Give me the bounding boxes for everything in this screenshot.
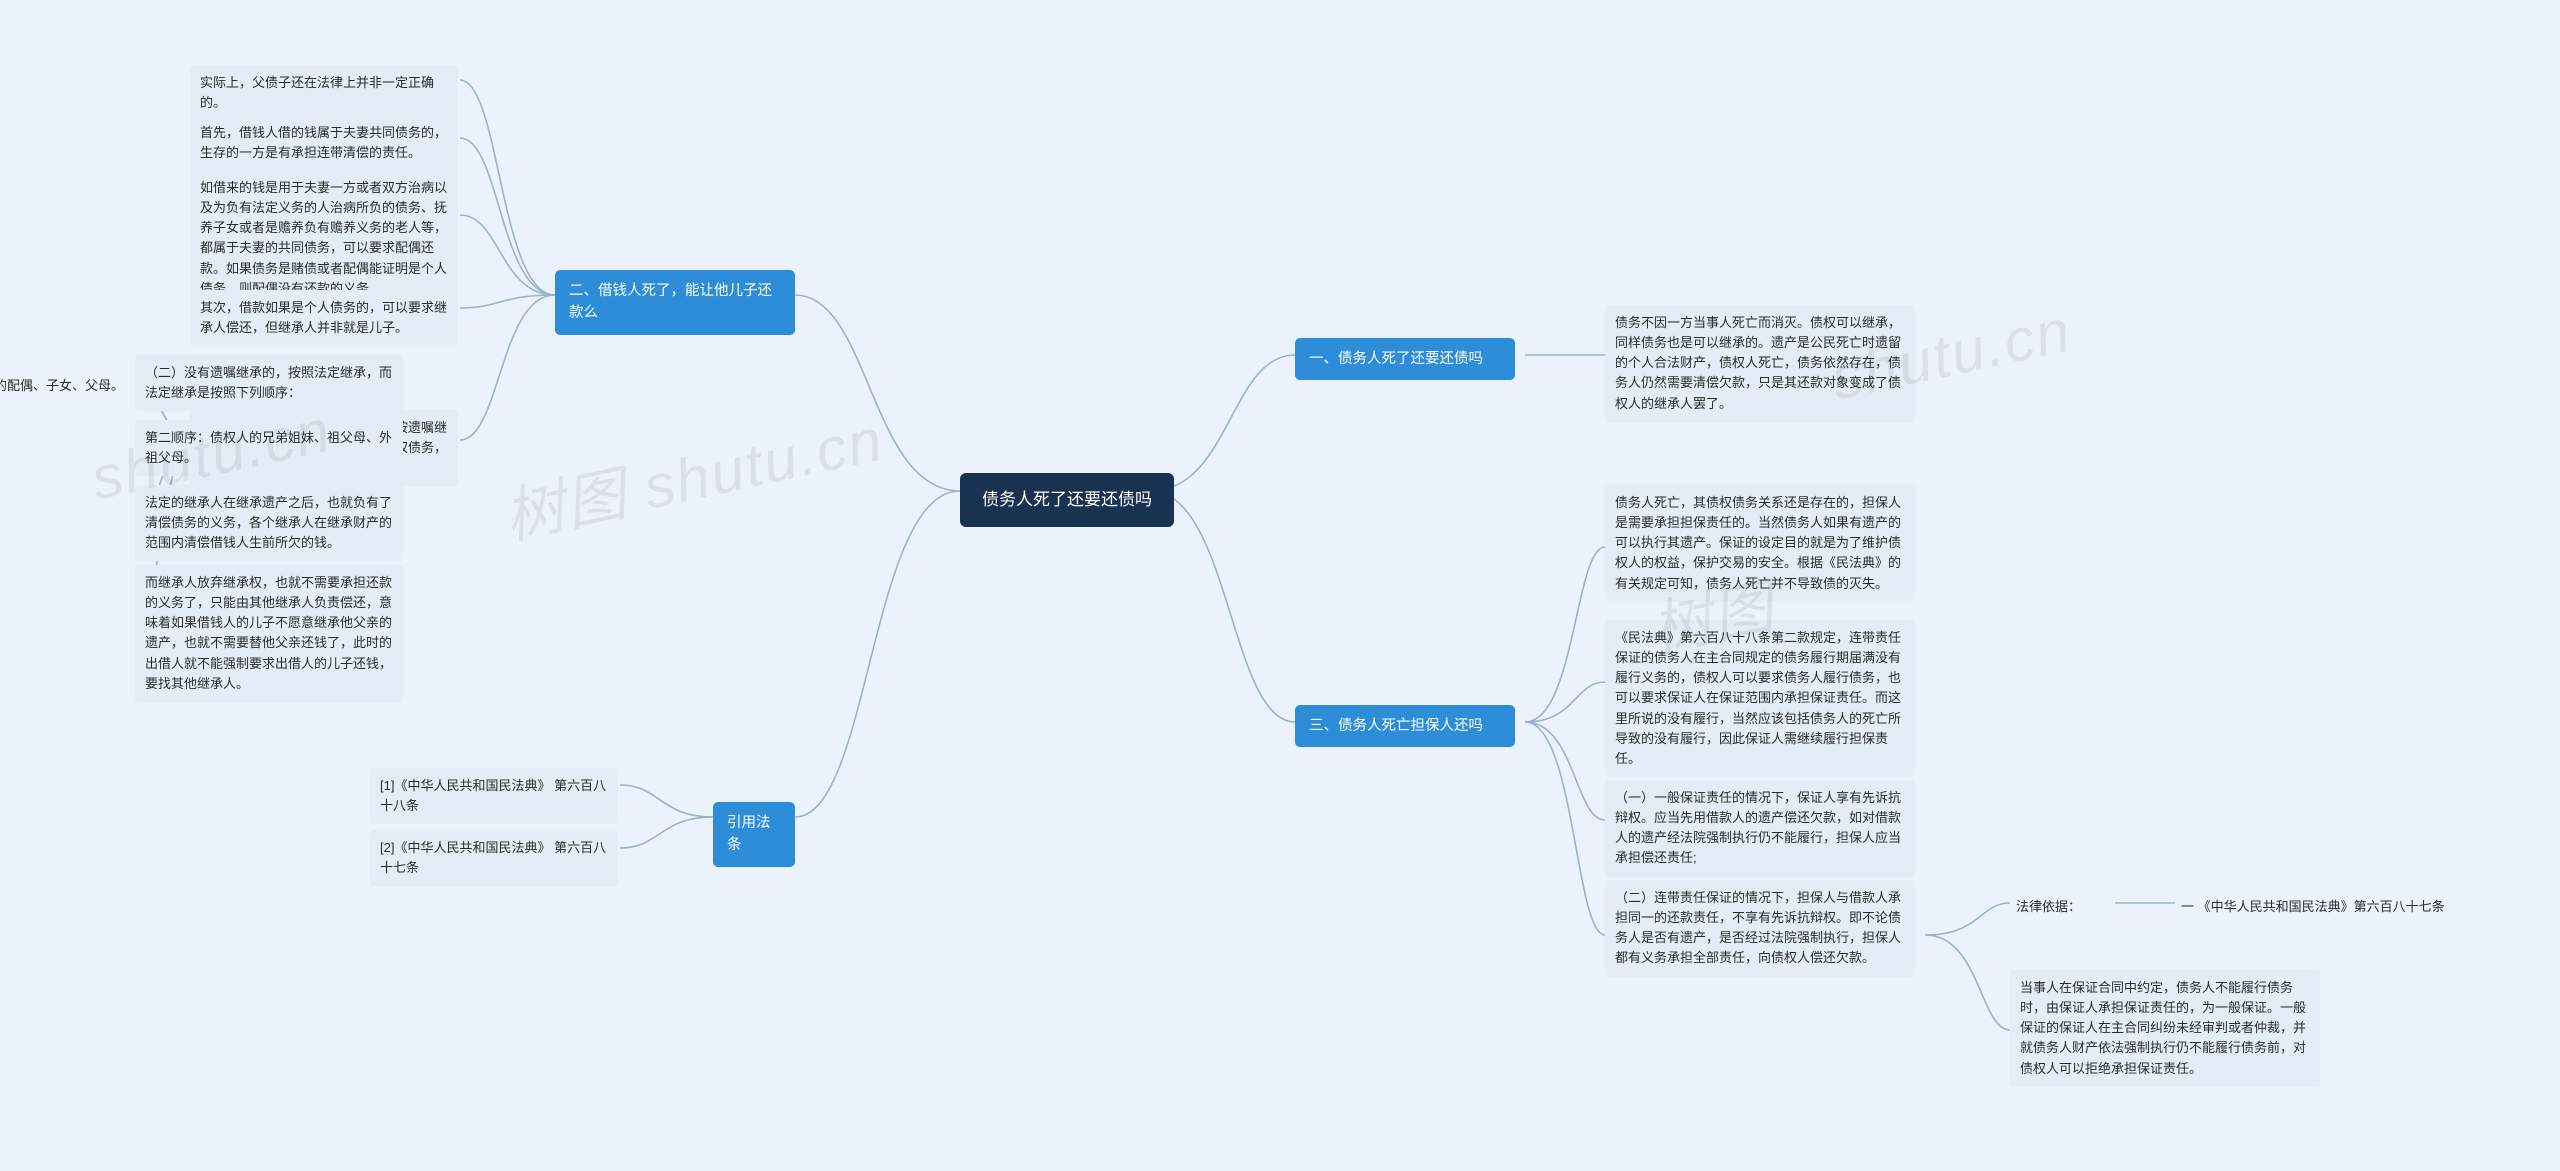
leaf-ref-1[interactable]: [1]《中华人民共和国民法典》 第六百八十八条 bbox=[370, 768, 618, 824]
leaf-b3-4-law-label: 法律依据： bbox=[2010, 893, 2087, 921]
leaf-b3-3[interactable]: （一）一般保证责任的情况下，保证人享有先诉抗辩权。应当先用借款人的遗产偿还欠款，… bbox=[1605, 780, 1915, 877]
branch-two[interactable]: 二、借钱人死了，能让他儿子还款么 bbox=[555, 270, 795, 335]
leaf-b2-5-sub1c: 第一顺序：债权人的配偶、子女、父母。 bbox=[0, 372, 130, 400]
leaf-b2-5-sub1[interactable]: （二）没有遗嘱继承的，按照法定继承，而法定继承是按照下列顺序： bbox=[135, 355, 403, 411]
branch-ref[interactable]: 引用法条 bbox=[713, 802, 795, 867]
root-node[interactable]: 债务人死了还要还债吗 bbox=[960, 473, 1174, 527]
leaf-b2-5-sub3[interactable]: 法定的继承人在继承遗产之后，也就负有了清偿债务的义务，各个继承人在继承财产的范围… bbox=[135, 485, 403, 561]
leaf-b2-4[interactable]: 其次，借款如果是个人债务的，可以要求继承人偿还，但继承人并非就是儿子。 bbox=[190, 290, 458, 346]
leaf-b2-3[interactable]: 如借来的钱是用于夫妻一方或者双方治病以及为负有法定义务的人治病所负的债务、抚养子… bbox=[190, 170, 458, 307]
branch-one[interactable]: 一、债务人死了还要还债吗 bbox=[1295, 338, 1515, 380]
leaf-b3-4-law: 一 《中华人民共和国民法典》第六百八十七条 bbox=[2175, 893, 2525, 921]
leaf-ref-2[interactable]: [2]《中华人民共和国民法典》 第六百八十七条 bbox=[370, 830, 618, 886]
branch-three[interactable]: 三、债务人死亡担保人还吗 bbox=[1295, 705, 1515, 747]
leaf-b3-4-detail[interactable]: 当事人在保证合同中约定，债务人不能履行债务时，由保证人承担保证责任的，为一般保证… bbox=[2010, 970, 2320, 1087]
leaf-b2-5-sub4[interactable]: 而继承人放弃继承权，也就不需要承担还款的义务了，只能由其他继承人负责偿还，意味着… bbox=[135, 565, 403, 702]
leaf-b2-2[interactable]: 首先，借钱人借的钱属于夫妻共同债务的，生存的一方是有承担连带清偿的责任。 bbox=[190, 115, 458, 171]
leaf-b2-1[interactable]: 实际上，父债子还在法律上并非一定正确的。 bbox=[190, 65, 458, 121]
watermark: 树图 shutu.cn bbox=[495, 391, 890, 556]
leaf-b1-1[interactable]: 债务不因一方当事人死亡而消灭。债权可以继承，同样债务也是可以继承的。遗产是公民死… bbox=[1605, 305, 1915, 422]
leaf-b2-5-sub2[interactable]: 第二顺序：债权人的兄弟姐妹、祖父母、外祖父母。 bbox=[135, 420, 403, 476]
leaf-b3-2[interactable]: 《民法典》第六百八十八条第二款规定，连带责任保证的债务人在主合同规定的债务履行期… bbox=[1605, 620, 1915, 777]
leaf-b3-4[interactable]: （二）连带责任保证的情况下，担保人与借款人承担同一的还款责任，不享有先诉抗辩权。… bbox=[1605, 880, 1915, 977]
leaf-b3-1[interactable]: 债务人死亡，其债权债务关系还是存在的，担保人是需要承担担保责任的。当然债务人如果… bbox=[1605, 485, 1915, 602]
